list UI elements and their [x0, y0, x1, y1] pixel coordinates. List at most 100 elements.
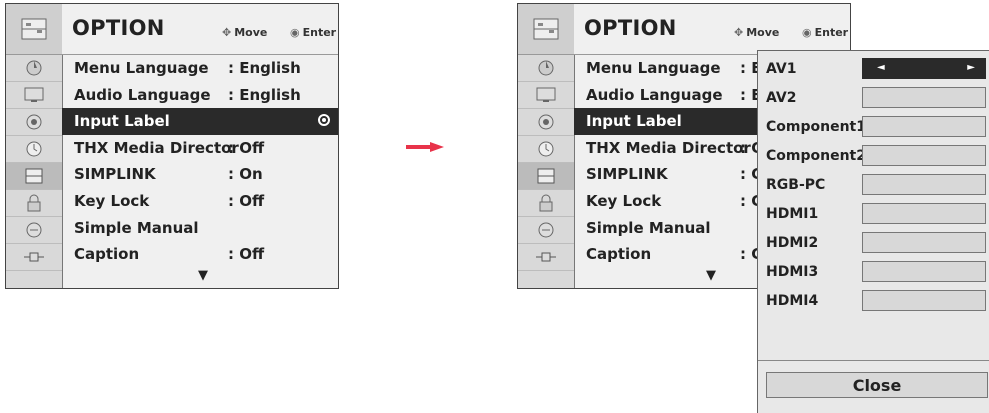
lock-icon[interactable] — [518, 190, 574, 217]
label-selector[interactable] — [862, 174, 986, 195]
audio-icon[interactable] — [6, 109, 62, 136]
arrow-right-icon[interactable]: ► — [967, 62, 975, 73]
scroll-down-icon[interactable]: ▼ — [706, 268, 716, 283]
enter-hint-label: Enter — [302, 26, 337, 39]
menu-item-caption[interactable]: Caption : Off — [62, 241, 338, 268]
menu-header: OPTION ✥ Move ◉ Enter — [574, 4, 850, 55]
support-icon[interactable] — [6, 217, 62, 244]
menu-item-value: : Off — [228, 245, 265, 264]
menu-item-key-lock[interactable]: Key Lock : Off — [62, 188, 338, 215]
enter-circle-icon: ◉ — [290, 26, 300, 39]
input-name: RGB-PC — [766, 177, 826, 193]
time-icon[interactable] — [518, 136, 574, 163]
move-arrows-icon: ✥ — [734, 26, 744, 39]
menu-item-simplink[interactable]: SIMPLINK : On — [62, 161, 338, 188]
menu-item-label: Simple Manual — [586, 218, 711, 237]
enter-icon — [318, 114, 330, 127]
menu-item-label: Audio Language — [74, 85, 211, 104]
label-selector[interactable] — [862, 232, 986, 253]
enter-hint-label: Enter — [814, 26, 849, 39]
setup-icon[interactable] — [518, 55, 574, 82]
input-row-av2[interactable]: AV2 — [758, 83, 989, 112]
input-row-rgb-pc[interactable]: RGB-PC — [758, 170, 989, 199]
popup-divider — [758, 360, 989, 361]
audio-icon[interactable] — [518, 109, 574, 136]
label-selector[interactable]: ◄ ► — [862, 58, 986, 79]
lock-icon[interactable] — [6, 190, 62, 217]
label-selector[interactable] — [862, 261, 986, 282]
input-row-hdmi1[interactable]: HDMI1 — [758, 199, 989, 228]
menu-item-value: : English — [228, 59, 301, 77]
menu-item-label: THX Media Director — [74, 138, 239, 157]
input-label-popup: AV1 ◄ ► AV2 Component1 Component2 RGB-PC … — [757, 50, 989, 413]
input-row-component1[interactable]: Component1 — [758, 112, 989, 141]
input-row-av1[interactable]: AV1 ◄ ► — [758, 54, 989, 83]
menu-item-label: THX Media Director — [586, 138, 751, 157]
close-button[interactable]: Close — [766, 372, 988, 398]
support-icon[interactable] — [518, 217, 574, 244]
menu-item-audio-language[interactable]: Audio Language : English — [62, 82, 338, 109]
input-row-hdmi4[interactable]: HDMI4 — [758, 286, 989, 315]
label-selector[interactable] — [862, 87, 986, 108]
label-selector[interactable] — [862, 203, 986, 224]
label-selector[interactable] — [862, 116, 986, 137]
menu-item-value: : On — [228, 165, 263, 184]
picture-icon[interactable] — [6, 82, 62, 109]
move-hint-label: Move — [234, 26, 268, 39]
option-icon[interactable] — [518, 163, 574, 190]
input-name: HDMI2 — [766, 235, 819, 251]
setup-icon[interactable] — [6, 55, 62, 82]
input-row-hdmi2[interactable]: HDMI2 — [758, 228, 989, 257]
menu-item-label: Simple Manual — [74, 218, 199, 237]
menu-title: OPTION — [584, 16, 677, 40]
menu-item-menu-language[interactable]: Menu Language : English — [62, 55, 338, 82]
transition-arrow-icon — [406, 142, 444, 152]
menu-item-value: : English — [228, 85, 301, 104]
menu-item-list: Menu Language : English Audio Language : E… — [62, 55, 338, 268]
menu-item-value: : Off — [228, 138, 265, 157]
menu-item-value: : Off — [228, 191, 265, 210]
category-icon-bar — [518, 4, 575, 288]
menu-item-label: Caption — [586, 245, 652, 264]
option-icon[interactable] — [6, 163, 62, 190]
enter-circle-icon: ◉ — [802, 26, 812, 39]
input-row-component2[interactable]: Component2 — [758, 141, 989, 170]
menu-item-input-label[interactable]: Input Label — [62, 108, 338, 135]
input-name: Component1 — [766, 119, 866, 135]
menu-item-simple-manual[interactable]: Simple Manual — [62, 215, 338, 242]
picture-icon[interactable] — [518, 82, 574, 109]
menu-item-label: Menu Language — [586, 59, 721, 77]
menu-item-label: Menu Language — [74, 59, 209, 77]
label-selector[interactable] — [862, 145, 986, 166]
category-icon-bar — [6, 4, 63, 288]
menu-item-label: Key Lock — [74, 191, 150, 210]
input-row-hdmi3[interactable]: HDMI3 — [758, 257, 989, 286]
move-hint: ✥ Move — [734, 26, 779, 39]
input-icon[interactable] — [6, 244, 62, 271]
arrow-left-icon[interactable]: ◄ — [877, 62, 885, 73]
input-icon[interactable] — [518, 244, 574, 271]
option-category-icon — [6, 4, 62, 55]
menu-item-label: Input Label — [74, 112, 170, 131]
menu-item-label: Input Label — [586, 112, 682, 131]
label-selector[interactable] — [862, 290, 986, 311]
menu-item-label: SIMPLINK — [74, 165, 156, 184]
input-name: AV1 — [766, 61, 797, 77]
option-category-icon — [518, 4, 574, 55]
menu-item-thx-media-director[interactable]: THX Media Director: Off — [62, 135, 338, 162]
input-name: AV2 — [766, 90, 797, 106]
enter-hint: ◉ Enter — [802, 26, 848, 39]
menu-item-label: SIMPLINK — [586, 165, 668, 184]
move-hint: ✥ Move — [222, 26, 267, 39]
menu-title: OPTION — [72, 16, 165, 40]
input-name: HDMI1 — [766, 206, 819, 222]
enter-hint: ◉ Enter — [290, 26, 336, 39]
menu-item-label: Caption — [74, 245, 140, 264]
menu-header: OPTION ✥ Move ◉ Enter — [62, 4, 338, 55]
input-name: HDMI3 — [766, 264, 819, 280]
move-arrows-icon: ✥ — [222, 26, 232, 39]
option-menu-before: OPTION ✥ Move ◉ Enter Menu Language : Engli… — [5, 3, 339, 289]
time-icon[interactable] — [6, 136, 62, 163]
menu-item-label: Key Lock — [586, 191, 662, 210]
scroll-down-icon[interactable]: ▼ — [198, 268, 208, 283]
